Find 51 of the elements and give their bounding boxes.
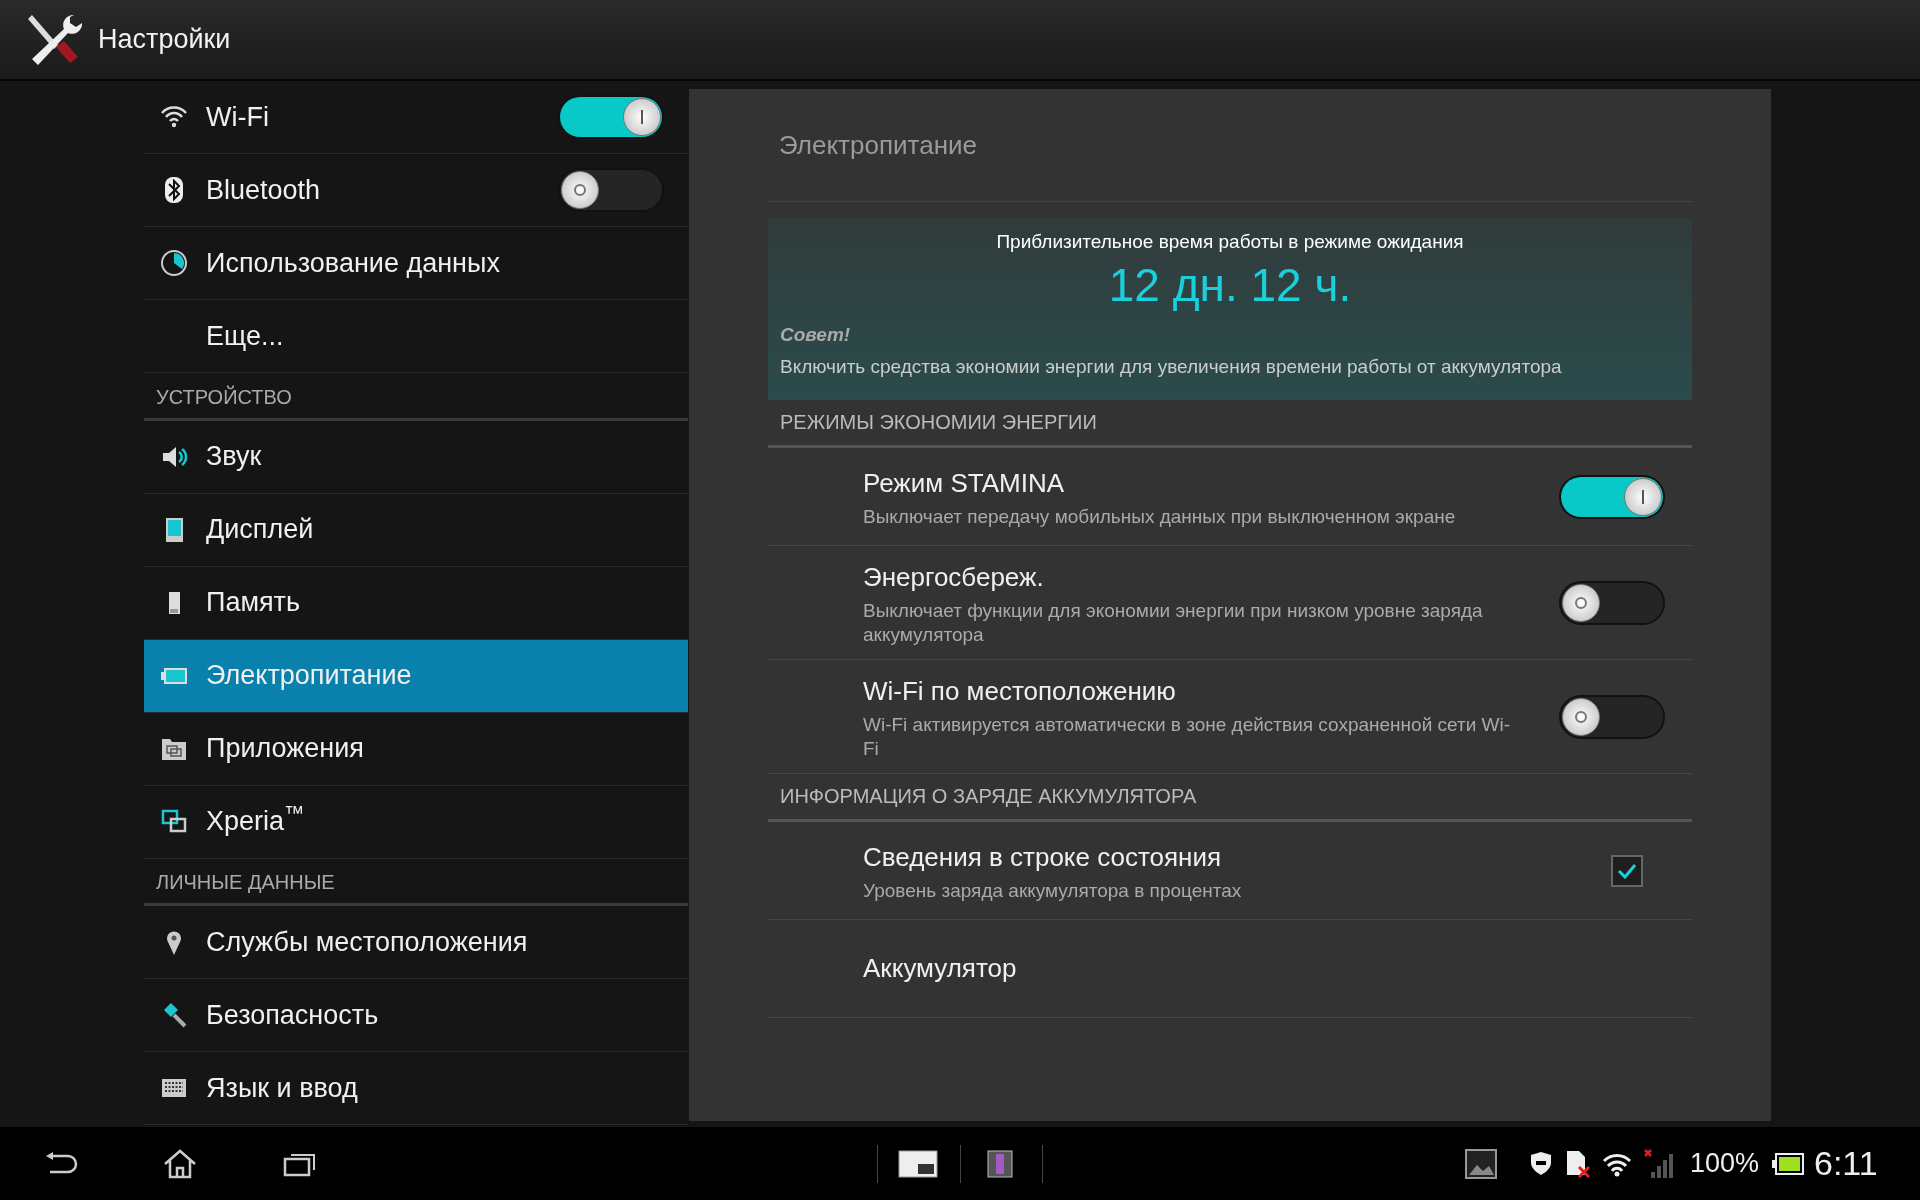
sidebar-item[interactable]: Использование данных [144,227,688,300]
setting-description: Wi-Fi активируется автоматически в зоне действия сохраненной сети Wi-Fi [863,713,1512,761]
sim-card-icon [1565,1148,1591,1179]
back-icon[interactable] [44,1151,78,1176]
window-icon[interactable] [898,1149,938,1178]
section-header: УСТРОЙСТВО [156,384,292,410]
checkbox[interactable] [1611,854,1643,887]
toggle-switch[interactable] [1561,696,1663,737]
sidebar-item[interactable]: Службы местоположения [144,906,688,979]
app-title: Настройки [98,23,231,57]
toggle-switch[interactable] [560,97,662,137]
panel-title: Электропитание [779,128,977,162]
tip-text: Включить средства экономии энергии для увеличения времени работы от аккумулятора [780,355,1562,379]
setting-title[interactable]: Режим STAMINA [863,464,1541,503]
clock: 6:11 [1814,1143,1878,1184]
sidebar-item[interactable]: Безопасность [144,979,688,1052]
sidebar-item[interactable]: Дисплей [144,493,688,567]
sidebar-item[interactable]: Память [144,566,688,640]
battery-icon [1772,1152,1804,1175]
sidebar-item[interactable]: Звук [144,420,688,494]
sidebar-item[interactable]: Электропитание [144,639,688,713]
signal-icon [1643,1147,1675,1180]
pie-chart-icon [160,249,188,277]
sidebar-item[interactable]: Bluetooth [144,154,688,227]
estimate-caption: Приблизительное время работы в режиме ожидания [996,230,1464,254]
sidebar-item[interactable]: Wi-Fi [144,81,688,154]
picture-icon [1465,1148,1497,1179]
toggle-switch[interactable] [1561,476,1663,517]
section-header: ЛИЧНЫЕ ДАННЫЕ [156,870,335,895]
sidebar-item[interactable]: Приложения [144,712,688,786]
setting-title[interactable]: Wi-Fi по местоположению [863,672,1541,711]
setting-title[interactable]: Аккумулятор [863,949,1663,988]
app-icon[interactable] [987,1149,1013,1178]
toggle-switch[interactable] [560,170,662,210]
setting-description: Выключает передачу мобильных данных при выключенном экране [863,505,1457,529]
sidebar-item[interactable]: Язык и ввод [144,1052,688,1125]
toggle-switch[interactable] [1561,582,1663,623]
sidebar-item[interactable]: Xperia$^{™}$ [144,785,688,859]
section-header: ИНФОРМАЦИЯ О ЗАРЯДЕ АККУМУЛЯТОРА [780,784,1197,809]
setting-title[interactable]: Энергосбереж. [863,558,1541,597]
home-icon[interactable] [163,1148,197,1179]
estimate-value: 12 дн. 12 ч. [1108,257,1352,313]
setting-description: Уровень заряда аккумулятора в процентах [863,879,1243,903]
setting-description: Выключает функции для экономии энергии при низком уровне заряда аккумулятора [863,599,1484,647]
sidebar-item[interactable]: Еще... [144,300,688,373]
checkmark-icon [1617,862,1637,879]
tip-title: Совет! [780,322,851,347]
setting-title[interactable]: Сведения в строке состояния [863,838,1591,877]
shield-icon [1528,1150,1554,1177]
battery-percentage: 100% [1690,1147,1760,1181]
section-header: РЕЖИМЫ ЭКОНОМИИ ЭНЕРГИИ [780,410,1097,435]
